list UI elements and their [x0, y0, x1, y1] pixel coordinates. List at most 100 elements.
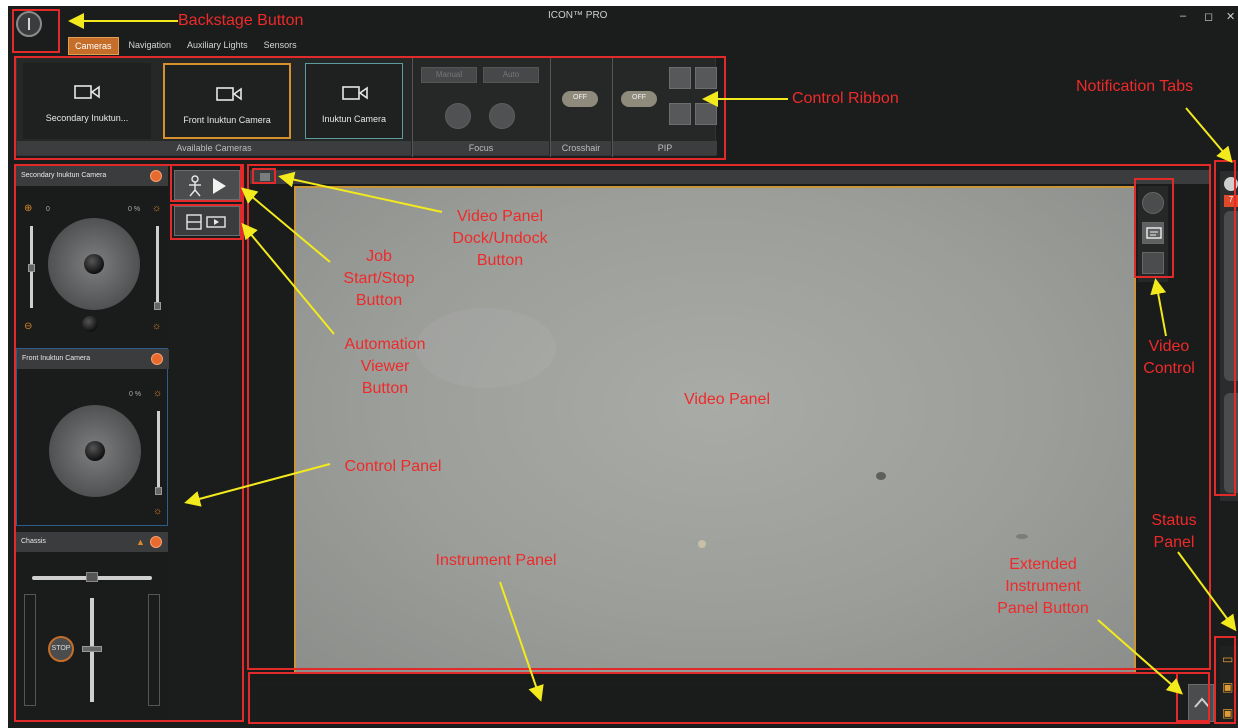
annotation-dock-button: Video Panel Dock/Undock Button	[452, 208, 548, 269]
panel-close-button[interactable]	[151, 353, 163, 365]
annotation-automation-button: Automation Viewer Button	[344, 336, 426, 397]
front-camera-panel: Front Inuktun Camera 0 % ☼ ☼	[16, 348, 169, 526]
chassis-panel: Chassis ▲ STOP	[16, 532, 168, 722]
job-start-stop-button[interactable]	[174, 170, 240, 200]
tab-auxiliary-lights[interactable]: Auxiliary Lights	[181, 37, 254, 55]
panel-close-button[interactable]	[150, 170, 162, 182]
zoom-in-icon: ⊕	[24, 203, 33, 214]
annotation-control-panel: Control Panel	[344, 458, 442, 475]
brightness-slider[interactable]	[156, 226, 159, 308]
notification-tabs: 7	[1220, 171, 1238, 501]
group-label-focus: Focus	[413, 141, 549, 155]
group-label-pip: PIP	[613, 141, 717, 155]
group-label-available-cameras: Available Cameras	[17, 141, 411, 155]
comment-icon	[1146, 227, 1162, 239]
left-track-gauge	[24, 594, 36, 706]
panel-header: Front Inuktun Camera	[17, 349, 169, 369]
annotation-extended-button: Extended Instrument Panel Button	[997, 556, 1089, 617]
video-control-bar	[1138, 186, 1168, 282]
brightness-icon: ☼	[152, 203, 162, 214]
pip-top-left-button[interactable]	[669, 67, 691, 89]
status-panel: ▭ ▣ ▣	[1220, 646, 1238, 728]
zoom-out-icon: ⊖	[24, 321, 33, 332]
stop-button[interactable]: STOP	[48, 636, 74, 662]
focus-plus-button[interactable]	[489, 103, 515, 129]
pan-tilt-joystick[interactable]	[48, 218, 140, 310]
close-notifications-icon[interactable]	[1224, 177, 1238, 191]
pip-bottom-right-button[interactable]	[695, 103, 717, 125]
focus-auto-button[interactable]: Auto	[483, 67, 539, 83]
focus-manual-button[interactable]: Manual	[421, 67, 477, 83]
annotation-job-button: Job Start/Stop Button	[343, 248, 415, 309]
backstage-button[interactable]	[16, 11, 42, 37]
ribbon-tabs: Cameras Navigation Auxiliary Lights Sens…	[68, 37, 303, 55]
camera-card-inuktun[interactable]: Inuktun Camera	[305, 63, 403, 139]
notification-tab-history[interactable]	[1224, 281, 1238, 381]
device-status-icon: ▣	[1222, 706, 1234, 720]
close-button[interactable]: ✕	[1226, 10, 1235, 23]
pan-tilt-joystick[interactable]	[49, 405, 141, 497]
brightness-low-icon: ☼	[153, 506, 163, 517]
joystick-knob[interactable]	[84, 254, 104, 274]
tab-navigation[interactable]: Navigation	[123, 37, 178, 55]
zoom-slider-thumb[interactable]	[28, 264, 35, 272]
connection-status-icon: ▭	[1222, 652, 1234, 666]
brightness-slider[interactable]	[157, 411, 160, 495]
zoom-value: 0	[46, 206, 50, 213]
tab-sensors[interactable]: Sensors	[258, 37, 303, 55]
focus-minus-button[interactable]	[445, 103, 471, 129]
crosshair-toggle[interactable]: OFF	[562, 91, 598, 107]
automation-viewer-icon	[186, 214, 226, 230]
annotation-video-control: Video Control	[1143, 338, 1195, 377]
annotation-backstage-button: Backstage Button	[178, 12, 304, 29]
extended-instrument-panel-button[interactable]	[1188, 684, 1214, 722]
notification-tab-messages[interactable]	[1224, 393, 1238, 493]
pip-bottom-left-button[interactable]	[669, 103, 691, 125]
record-button[interactable]	[1142, 192, 1164, 214]
brightness-value: 0 %	[129, 391, 142, 398]
video-camera-icon	[342, 86, 368, 100]
brightness-slider-thumb[interactable]	[154, 302, 161, 310]
camera-card-secondary[interactable]: Secondary Inuktun...	[23, 63, 151, 139]
annotation-notification-tabs: Notification Tabs	[1076, 78, 1194, 95]
brightness-low-icon: ☼	[152, 321, 162, 332]
camera-label: Secondary Inuktun...	[45, 113, 129, 123]
video-camera-icon	[74, 85, 100, 99]
notification-count-badge: 7	[1224, 195, 1238, 207]
automation-viewer-button[interactable]	[174, 206, 240, 236]
pip-top-right-button[interactable]	[695, 67, 717, 89]
steering-slider-thumb[interactable]	[86, 572, 98, 582]
panel-close-button[interactable]	[150, 536, 162, 548]
dock-undock-button[interactable]	[260, 173, 270, 181]
annotation-instrument-panel: Instrument Panel	[435, 552, 557, 569]
annotation-control-ribbon: Control Ribbon	[792, 90, 899, 107]
camera-label: Front Inuktun Camera	[183, 115, 271, 125]
comment-button[interactable]	[1142, 222, 1164, 244]
home-button[interactable]	[82, 316, 98, 332]
group-label-crosshair: Crosshair	[551, 141, 611, 155]
right-track-gauge	[148, 594, 160, 706]
video-camera-icon	[216, 87, 242, 101]
joystick-knob[interactable]	[85, 441, 105, 461]
throttle-slider-thumb[interactable]	[82, 646, 102, 652]
brightness-slider-thumb[interactable]	[155, 487, 162, 495]
secondary-camera-panel: Secondary Inuktun Camera ⊕ 0 0 % ☼ ⊖ ☼	[16, 166, 168, 342]
power-icon	[28, 18, 30, 30]
maximize-button[interactable]: ◻	[1204, 10, 1213, 23]
chevron-up-icon	[1194, 697, 1210, 708]
control-ribbon: Secondary Inuktun... Front Inuktun Camer…	[16, 56, 717, 157]
brightness-value: 0 %	[128, 206, 141, 213]
video-toolbar	[250, 170, 1210, 184]
camera-card-front[interactable]: Front Inuktun Camera	[163, 63, 291, 139]
warning-icon: ▲	[136, 537, 145, 547]
pip-toggle[interactable]: OFF	[621, 91, 657, 107]
panel-header: Secondary Inuktun Camera	[16, 166, 168, 186]
minimize-button[interactable]: –	[1180, 10, 1186, 22]
video-speck	[876, 472, 886, 480]
device-status-icon: ▣	[1222, 680, 1234, 694]
snapshot-button[interactable]	[1142, 252, 1164, 274]
brightness-icon: ☼	[153, 388, 163, 399]
play-icon	[189, 175, 226, 197]
tab-cameras[interactable]: Cameras	[68, 37, 119, 55]
video-speck	[1016, 534, 1028, 539]
